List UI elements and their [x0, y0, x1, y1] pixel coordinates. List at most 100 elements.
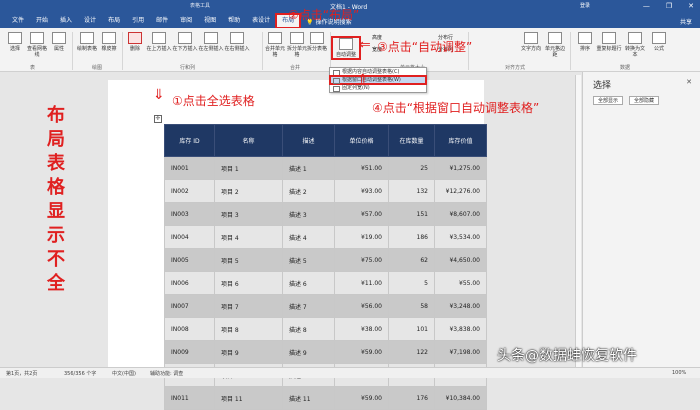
tab-mailings[interactable]: 邮件 [150, 14, 174, 28]
formula-button[interactable]: 公式 [648, 32, 670, 52]
fixed-width-item[interactable]: 固定列宽(N) [330, 84, 426, 92]
table-cell[interactable]: IN001 [164, 156, 215, 180]
table-cell[interactable]: IN005 [164, 248, 215, 272]
insert-above-button[interactable]: 在上方插入 [146, 32, 172, 52]
tab-design[interactable]: 设计 [78, 14, 102, 28]
table-cell[interactable]: 描述 8 [282, 317, 335, 341]
cell-margins-button[interactable]: 单元格边距 [544, 32, 566, 58]
show-all-button[interactable]: 全部显示 [593, 96, 624, 105]
tab-view[interactable]: 视图 [198, 14, 222, 28]
table-cell[interactable]: 描述 9 [282, 340, 335, 364]
table-cell[interactable]: IN007 [164, 294, 215, 318]
table-cell[interactable]: 项目 6 [214, 271, 283, 295]
hide-all-button[interactable]: 全部隐藏 [629, 96, 660, 105]
merge-cells-button[interactable]: 合并单元格 [264, 32, 286, 58]
restore-button[interactable]: ❐ [666, 2, 672, 10]
table-cell[interactable]: 项目 7 [214, 294, 283, 318]
sort-button[interactable]: 排序 [574, 32, 596, 52]
tab-insert[interactable]: 插入 [54, 14, 78, 28]
table-cell[interactable]: ¥59.00 [334, 340, 389, 364]
tab-table-design[interactable]: 表设计 [246, 14, 276, 28]
split-table-button[interactable]: 拆分表格 [306, 32, 328, 52]
table-cell[interactable]: ¥56.00 [334, 294, 389, 318]
table-cell[interactable]: ¥59.00 [334, 386, 389, 410]
table-cell[interactable]: 151 [388, 202, 435, 226]
repeat-header-button[interactable]: 重复标题行 [596, 32, 622, 52]
table-cell[interactable]: ¥19.00 [334, 225, 389, 249]
table-cell[interactable]: ¥57.00 [334, 202, 389, 226]
share-button[interactable]: 共享 [680, 17, 692, 26]
table-cell[interactable]: 项目 5 [214, 248, 283, 272]
tab-help[interactable]: 帮助 [222, 14, 246, 28]
select-button[interactable]: 选择 [4, 32, 26, 52]
account-button[interactable]: 登录 [580, 2, 590, 9]
table-cell[interactable]: 项目 9 [214, 340, 283, 364]
zoom-level[interactable]: 100% [672, 370, 686, 376]
table-cell[interactable]: IN008 [164, 317, 215, 341]
table-cell[interactable]: ¥3,534.00 [434, 225, 487, 249]
table-cell[interactable]: 描述 4 [282, 225, 335, 249]
tab-references[interactable]: 引用 [126, 14, 150, 28]
table-cell[interactable]: 132 [388, 179, 435, 203]
table-cell[interactable]: 176 [388, 386, 435, 410]
table-cell[interactable]: 186 [388, 225, 435, 249]
table-cell[interactable]: ¥3,248.00 [434, 294, 487, 318]
table-cell[interactable]: 项目 4 [214, 225, 283, 249]
table-cell[interactable]: IN004 [164, 225, 215, 249]
table-cell[interactable]: 描述 1 [282, 156, 335, 180]
autofit-button[interactable]: 自动调整 [331, 36, 361, 60]
table-cell[interactable]: 101 [388, 317, 435, 341]
table-cell[interactable]: ¥7,198.00 [434, 340, 487, 364]
table-cell[interactable]: ¥1,275.00 [434, 156, 487, 180]
table-cell[interactable]: 描述 5 [282, 248, 335, 272]
table-cell[interactable]: 描述 2 [282, 179, 335, 203]
split-cells-button[interactable]: 拆分单元格 [286, 32, 308, 58]
close-button[interactable]: ✕ [688, 2, 694, 10]
table-cell[interactable]: ¥38.00 [334, 317, 389, 341]
insert-below-button[interactable]: 在下方插入 [172, 32, 198, 52]
accessibility-status[interactable]: 辅助功能: 调查 [150, 370, 183, 377]
table-cell[interactable]: 描述 3 [282, 202, 335, 226]
table-select-handle[interactable]: ✛ [154, 115, 162, 123]
table-cell[interactable]: 描述 11 [282, 386, 335, 410]
table-cell[interactable]: IN009 [164, 340, 215, 364]
table-cell[interactable]: IN011 [164, 386, 215, 410]
table-cell[interactable]: 62 [388, 248, 435, 272]
table-cell[interactable]: ¥3,838.00 [434, 317, 487, 341]
table-cell[interactable]: 项目 1 [214, 156, 283, 180]
tab-layout-doc[interactable]: 布局 [102, 14, 126, 28]
table-cell[interactable]: ¥12,276.00 [434, 179, 487, 203]
autofit-window-item[interactable]: 根据窗口自动调整表格(W) [329, 75, 427, 85]
table-cell[interactable]: ¥10,384.00 [434, 386, 487, 410]
vertical-scrollbar[interactable] [575, 75, 581, 367]
delete-button[interactable]: 删除 [124, 32, 146, 52]
text-direction-button[interactable]: 文字方向 [520, 32, 542, 52]
language[interactable]: 中文(中国) [112, 370, 136, 377]
page-indicator[interactable]: 第1页，共2页 [6, 370, 37, 377]
table-cell[interactable]: 5 [388, 271, 435, 295]
table-cell[interactable]: 描述 7 [282, 294, 335, 318]
table-cell[interactable]: IN003 [164, 202, 215, 226]
autofit-contents-item[interactable]: 根据内容自动调整表格(C) [330, 68, 426, 76]
table-cell[interactable]: ¥11.00 [334, 271, 389, 295]
insert-left-button[interactable]: 在左侧插入 [198, 32, 224, 52]
table-cell[interactable]: ¥51.00 [334, 156, 389, 180]
minimize-button[interactable]: — [643, 2, 650, 10]
table-cell[interactable]: 描述 6 [282, 271, 335, 295]
table-cell[interactable]: ¥4,650.00 [434, 248, 487, 272]
table-cell[interactable]: 项目 8 [214, 317, 283, 341]
table-cell[interactable]: 项目 3 [214, 202, 283, 226]
table-cell[interactable]: 25 [388, 156, 435, 180]
draw-table-button[interactable]: 绘制表格 [76, 32, 98, 52]
tab-review[interactable]: 审阅 [174, 14, 198, 28]
tab-home[interactable]: 开始 [30, 14, 54, 28]
table-cell[interactable]: IN002 [164, 179, 215, 203]
table-cell[interactable]: ¥55.00 [434, 271, 487, 295]
table-cell[interactable]: 58 [388, 294, 435, 318]
table-cell[interactable]: IN006 [164, 271, 215, 295]
table-cell[interactable]: 项目 11 [214, 386, 283, 410]
convert-text-button[interactable]: 转换为文本 [624, 32, 646, 58]
insert-right-button[interactable]: 在右侧插入 [224, 32, 250, 52]
tab-file[interactable]: 文件 [6, 14, 30, 28]
table-cell[interactable]: ¥93.00 [334, 179, 389, 203]
